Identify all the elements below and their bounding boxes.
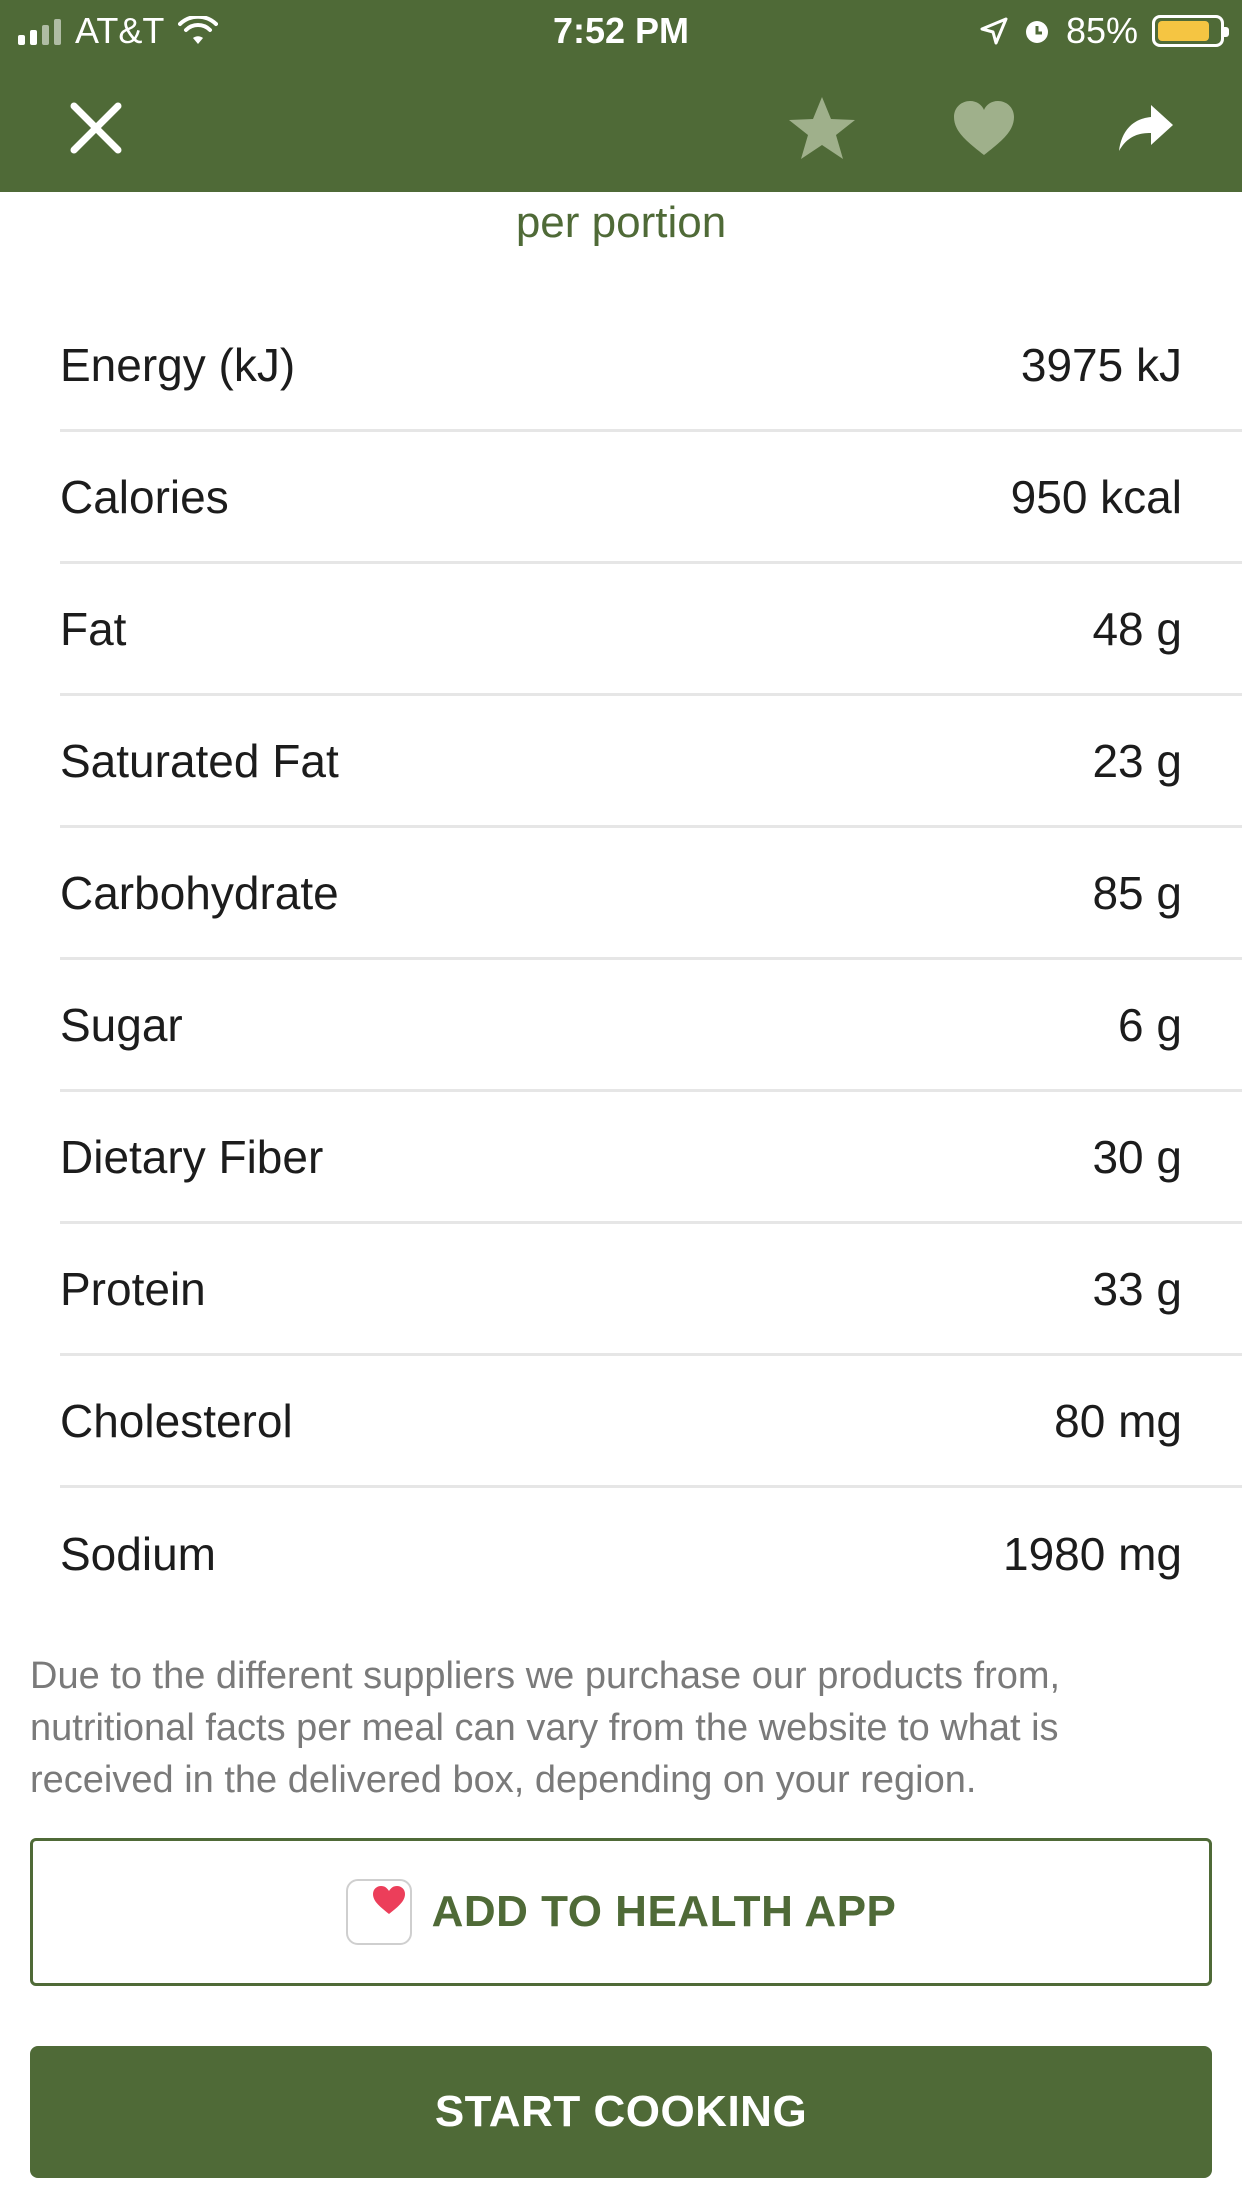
star-icon [789, 97, 855, 159]
nutrition-label: Dietary Fiber [60, 1130, 324, 1183]
nutrition-row-sodium: Sodium 1980 mg [60, 1488, 1242, 1620]
add-to-health-app-button[interactable]: ADD TO HEALTH APP [30, 1838, 1212, 1986]
nutrition-label: Sodium [60, 1528, 216, 1580]
nutrition-value: 85 g [1092, 866, 1182, 919]
like-button[interactable] [942, 86, 1026, 170]
nutrition-value: 23 g [1092, 734, 1182, 787]
location-arrow-icon [980, 17, 1008, 45]
nutrition-row-sugar: Sugar 6 g [60, 960, 1242, 1092]
nutrition-value: 48 g [1092, 602, 1182, 655]
nutrition-value: 1980 mg [1002, 1528, 1182, 1580]
nutrition-value: 80 mg [1054, 1394, 1182, 1447]
nutrition-row-carbohydrate: Carbohydrate 85 g [60, 828, 1242, 960]
nutrition-label: Calories [60, 470, 229, 523]
heart-icon [954, 101, 1014, 155]
navigation-bar [0, 64, 1242, 192]
nutrition-label: Sugar [60, 998, 183, 1051]
nutrition-row-saturated-fat: Saturated Fat 23 g [60, 696, 1242, 828]
start-cooking-button[interactable]: START COOKING [30, 2046, 1212, 2178]
nutrition-row-calories: Calories 950 kcal [60, 432, 1242, 564]
nutrition-row-dietary-fiber: Dietary Fiber 30 g [60, 1092, 1242, 1224]
share-button[interactable] [1104, 86, 1188, 170]
nutrition-label: Carbohydrate [60, 866, 339, 919]
close-button[interactable] [54, 86, 138, 170]
nutrition-table: Energy (kJ) 3975 kJ Calories 950 kcal Fa… [60, 300, 1242, 1620]
share-icon [1119, 105, 1173, 151]
per-portion-heading: per portion [515, 198, 727, 247]
nutrition-label: Protein [60, 1262, 206, 1315]
nutrition-value: 6 g [1118, 998, 1182, 1051]
favorite-button[interactable] [780, 86, 864, 170]
top-bar: AT&T 7:52 PM 85% [0, 0, 1242, 192]
nutrition-value: 30 g [1092, 1130, 1182, 1183]
battery-fill [1158, 21, 1209, 41]
health-app-icon [345, 1879, 412, 1945]
nutrition-disclaimer: Due to the different suppliers we purcha… [30, 1655, 1061, 1801]
nutrition-label: Saturated Fat [60, 734, 339, 787]
status-right: 85% [980, 10, 1229, 52]
battery-percent: 85% [1065, 10, 1138, 51]
nutrition-row-cholesterol: Cholesterol 80 mg [60, 1356, 1242, 1488]
nutrition-row-energy: Energy (kJ) 3975 kJ [60, 300, 1242, 432]
nutrition-value: 950 kcal [1010, 470, 1182, 523]
status-bar: AT&T 7:52 PM 85% [0, 0, 1242, 64]
add-to-health-app-label: ADD TO HEALTH APP [431, 1887, 897, 1936]
nutrition-label: Energy (kJ) [60, 338, 296, 391]
battery-icon [1152, 15, 1229, 47]
nutrition-label: Fat [60, 602, 127, 655]
nutrition-row-protein: Protein 33 g [60, 1224, 1242, 1356]
nutrition-row-fat: Fat 48 g [60, 564, 1242, 696]
alarm-icon [1025, 21, 1048, 43]
nutrition-value: 33 g [1092, 1262, 1182, 1315]
nutrition-label: Cholesterol [60, 1394, 293, 1447]
start-cooking-label: START COOKING [434, 2087, 808, 2136]
nutrition-value: 3975 kJ [1020, 338, 1182, 391]
close-icon [70, 102, 122, 154]
